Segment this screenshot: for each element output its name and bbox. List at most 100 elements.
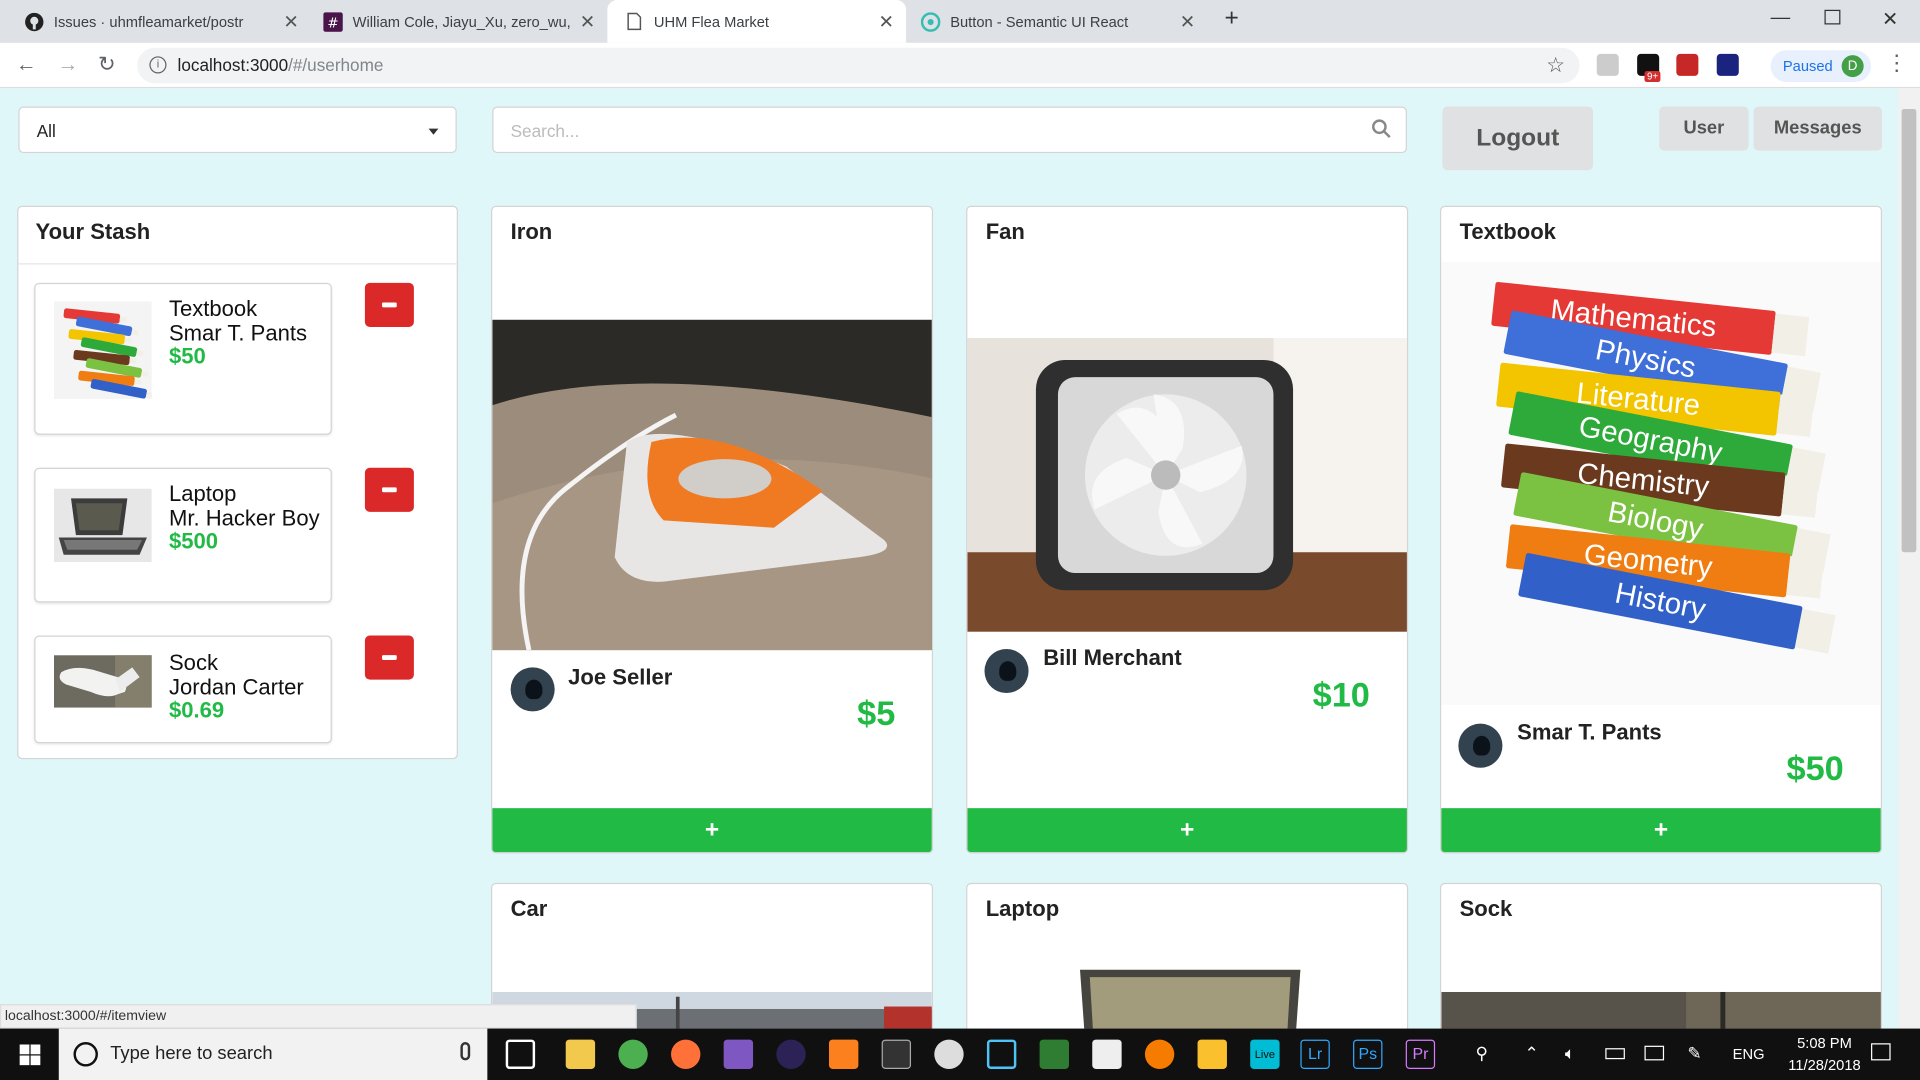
taskbar-search-input[interactable]: Type here to search [58, 1028, 488, 1080]
item-card[interactable]: Fan Bill Merchant $10 + [966, 205, 1409, 854]
language-indicator[interactable]: ENG [1733, 1046, 1765, 1063]
eclipse-icon[interactable] [776, 1039, 806, 1069]
window-close-icon[interactable]: ✕ [1882, 7, 1898, 31]
messages-button[interactable]: Messages [1753, 106, 1883, 151]
url-path: /#/userhome [288, 55, 384, 75]
logout-button[interactable]: Logout [1442, 106, 1594, 171]
microphone-icon[interactable] [460, 1042, 471, 1061]
clock-date[interactable]: 11/28/2018 [1773, 1057, 1876, 1074]
app-icon[interactable] [1197, 1039, 1227, 1069]
search-icon [1371, 119, 1391, 142]
slack-icon: # [323, 11, 343, 32]
semantic-ui-icon [920, 11, 941, 32]
stash-item-seller: Jordan Carter [168, 674, 304, 700]
card-title: Iron [510, 219, 553, 244]
url-field[interactable]: i localhost:3000/#/userhome ☆ [137, 47, 1580, 84]
stash-item[interactable]: Sock Jordan Carter $0.69 [34, 635, 332, 744]
item-card[interactable]: Iron Joe Seller $5 + [491, 205, 934, 854]
add-to-stash-button[interactable]: + [967, 808, 1407, 853]
book-pages [1776, 394, 1815, 437]
file-explorer-icon[interactable] [565, 1039, 596, 1069]
volume-icon[interactable]: 🔈︎ [1565, 1043, 1575, 1064]
tab-github-issues[interactable]: Issues · uhmfleamarket/postr ✕ [0, 0, 311, 43]
tab-slack[interactable]: # William Cole, Jiayu_Xu, zero_wu, ... ✕ [313, 0, 607, 43]
visual-studio-icon[interactable] [723, 1039, 754, 1069]
sock-thumbnail [53, 655, 152, 708]
page-content: All Search... Logout User Messages Your … [0, 88, 1898, 1029]
tab-semantic-ui[interactable]: Button - Semantic UI React ✕ [909, 0, 1208, 43]
address-bar: ← → ↻ i localhost:3000/#/userhome ☆ 9+ P… [0, 42, 1920, 89]
minimize-icon[interactable]: — [1771, 7, 1791, 29]
premiere-icon[interactable]: Pr [1405, 1039, 1436, 1069]
lightroom-icon[interactable]: Lr [1300, 1039, 1330, 1069]
item-price: $10 [1312, 675, 1370, 714]
network-icon[interactable] [1644, 1045, 1665, 1061]
tab-title: UHM Flea Market [653, 12, 769, 31]
clock-time[interactable]: 5:08 PM [1782, 1035, 1868, 1052]
github-desktop-icon[interactable] [934, 1039, 964, 1069]
bookmark-star-icon[interactable]: ☆ [1546, 48, 1565, 84]
remove-button[interactable] [364, 635, 414, 680]
unity-icon[interactable] [1092, 1039, 1122, 1069]
page-icon [624, 12, 644, 32]
maximize-icon[interactable] [1824, 9, 1841, 25]
search-input[interactable]: Search... [492, 106, 1407, 154]
close-icon[interactable]: ✕ [283, 11, 298, 33]
svg-text:#: # [327, 16, 338, 31]
add-to-stash-button[interactable]: + [492, 808, 932, 853]
battery-icon[interactable] [1605, 1048, 1625, 1060]
stash-item[interactable]: Laptop Mr. Hacker Boy $500 [34, 467, 332, 603]
divider [18, 263, 457, 265]
menu-kebab-icon[interactable]: ⋮ [1886, 50, 1908, 76]
windows-start-icon[interactable] [19, 1044, 41, 1071]
notifications-icon[interactable] [1871, 1043, 1891, 1061]
extension-icon[interactable] [1676, 53, 1699, 76]
people-icon[interactable]: ⚲ [1476, 1043, 1489, 1064]
profile-status: Paused [1782, 57, 1833, 75]
book-pages [1786, 556, 1824, 599]
book-pages [134, 378, 142, 385]
extension-icon[interactable] [1596, 53, 1619, 76]
pen-icon[interactable]: ✎ [1687, 1043, 1701, 1064]
category-dropdown[interactable]: All [18, 106, 457, 154]
terminal-icon[interactable] [881, 1039, 912, 1069]
item-card[interactable]: Sock [1440, 882, 1883, 1029]
textbook-thumbnail [53, 301, 152, 400]
amazon-extension-icon[interactable]: 9+ [1637, 53, 1661, 83]
tab-uhm-flea-market[interactable]: UHM Flea Market ✕ [607, 0, 907, 43]
forward-icon[interactable]: → [58, 53, 79, 77]
blender-icon[interactable] [1144, 1039, 1175, 1069]
app-icon[interactable] [986, 1039, 1017, 1069]
close-icon[interactable]: ✕ [1180, 11, 1195, 33]
intellij-icon[interactable] [828, 1039, 859, 1069]
extension-icon[interactable] [1716, 53, 1739, 76]
task-view-icon[interactable] [505, 1039, 536, 1069]
item-card[interactable]: Textbook Mathematics Physics Literature Geo… [1440, 205, 1883, 854]
profile-button[interactable]: Paused D [1770, 50, 1872, 83]
iron-image [492, 319, 932, 651]
user-button[interactable]: User [1659, 106, 1749, 151]
chrome-icon[interactable] [618, 1039, 648, 1069]
scrollbar-thumb[interactable] [1901, 108, 1917, 553]
close-icon[interactable]: ✕ [878, 11, 893, 33]
item-card[interactable]: Laptop [966, 882, 1409, 1029]
chevron-up-icon[interactable]: ⌃ [1524, 1043, 1538, 1064]
url-host: localhost:3000 [177, 55, 289, 75]
stash-item[interactable]: Textbook Smar T. Pants $50 [34, 282, 332, 435]
photoshop-icon[interactable]: Ps [1353, 1039, 1383, 1069]
item-price: $5 [857, 694, 896, 733]
book-pages [124, 337, 132, 343]
remove-button[interactable] [364, 282, 414, 327]
new-tab-icon[interactable]: + [1224, 5, 1238, 33]
firefox-icon[interactable] [671, 1039, 701, 1069]
app-icon[interactable] [1039, 1039, 1069, 1069]
page-scrollbar[interactable] [1897, 88, 1920, 1029]
ableton-live-icon[interactable]: Live [1250, 1039, 1280, 1069]
remove-button[interactable] [364, 467, 414, 512]
reload-icon[interactable]: ↻ [98, 53, 115, 77]
back-icon[interactable]: ← [16, 53, 37, 77]
add-to-stash-button[interactable]: + [1441, 808, 1881, 853]
stash-item-seller: Smar T. Pants [168, 320, 308, 346]
info-icon[interactable]: i [149, 56, 167, 74]
close-icon[interactable]: ✕ [580, 11, 595, 33]
